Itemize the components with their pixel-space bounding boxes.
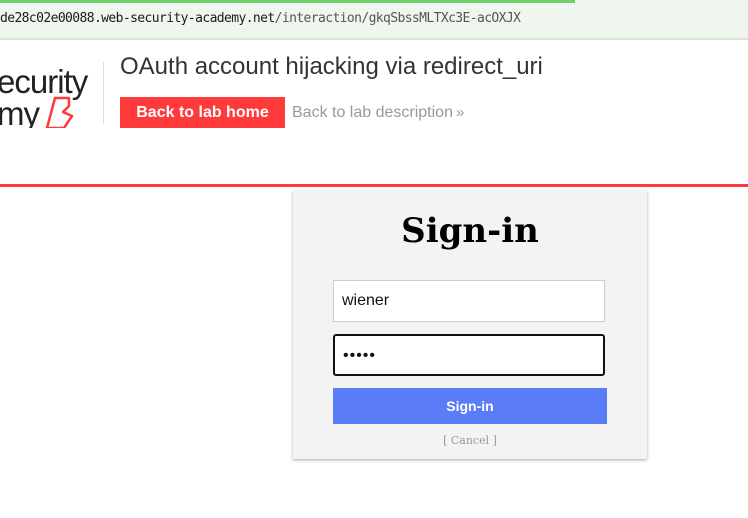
password-input[interactable]: •••••: [333, 334, 605, 376]
logo-text-academy: my: [0, 95, 40, 128]
sign-in-title: Sign-in: [401, 211, 539, 251]
web-security-academy-logo[interactable]: ecurity my: [0, 60, 104, 128]
url-host: de28c02e00088.web-security-academy.net: [0, 11, 275, 26]
cancel-link[interactable]: [ Cancel ]: [293, 434, 647, 447]
back-to-lab-description-link[interactable]: Back to lab description»: [292, 104, 464, 122]
page-load-progress: [0, 0, 575, 3]
sign-in-card: Sign-in wiener ••••• Sign-in [ Cancel ]: [293, 191, 647, 459]
double-chevron-right-icon: »: [455, 104, 465, 121]
logo-lightning-icon: [45, 96, 74, 128]
header-separator: [0, 184, 748, 187]
lab-header: ecurity my OAuth account hijacking via r…: [0, 40, 748, 185]
username-input[interactable]: wiener: [333, 280, 605, 322]
back-to-lab-description-label: Back to lab description: [292, 104, 453, 121]
url-path: /interaction/gkqSbssMLTXc3E-acOXJX: [274, 11, 521, 26]
sign-in-button[interactable]: Sign-in: [333, 388, 607, 424]
lab-title: OAuth account hijacking via redirect_uri: [120, 53, 543, 80]
url-text[interactable]: de28c02e00088.web-security-academy.net/i…: [0, 11, 521, 26]
back-to-lab-home-button[interactable]: Back to lab home: [120, 97, 285, 128]
address-bar[interactable]: de28c02e00088.web-security-academy.net/i…: [0, 0, 748, 40]
header-divider: [103, 62, 104, 124]
